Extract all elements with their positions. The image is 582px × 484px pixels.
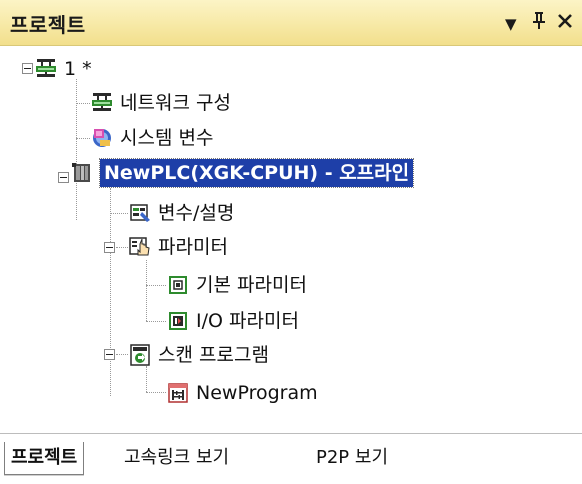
project-tree: 1 * 네트워크 구성 시스템 변수 NewPLC(XGK-CPUH) - 오프… — [0, 46, 582, 433]
tab-project[interactable]: 프로젝트 — [4, 442, 85, 475]
parameter-hand-icon — [128, 235, 152, 259]
panel-title: 프로젝트 — [10, 13, 86, 37]
project-panel: 프로젝트 ▼ 1 * 네트워크 구성 시스템 변수 NewPLC(XGK-CPU… — [0, 0, 582, 484]
tree-label: 네트워크 구성 — [120, 92, 231, 114]
ladder-program-icon — [166, 381, 190, 405]
collapse-parameters-icon[interactable] — [104, 242, 115, 253]
close-icon[interactable] — [557, 9, 573, 37]
tree-item-variables-description[interactable]: 변수/설명 — [128, 197, 234, 229]
tree-connector — [110, 213, 128, 214]
network-config-icon — [34, 57, 58, 81]
panel-tabs: 프로젝트 고속링크 보기 P2P 보기 — [0, 433, 582, 484]
network-config-icon — [90, 91, 114, 115]
tree-connector — [76, 138, 90, 139]
tree-item-plc[interactable]: NewPLC(XGK-CPUH) - 오프라인 — [70, 157, 415, 189]
tree-label: 1 * — [64, 58, 92, 80]
tree-item-basic-parameters[interactable]: 기본 파라미터 — [166, 269, 307, 301]
tree-label: NewProgram — [196, 382, 318, 404]
tree-label-selected: NewPLC(XGK-CPUH) - 오프라인 — [98, 158, 415, 188]
tree-item-network-config[interactable]: 네트워크 구성 — [90, 87, 231, 119]
tree-connector — [146, 392, 166, 393]
io-parameter-icon — [166, 309, 190, 333]
collapse-plc-icon[interactable] — [58, 172, 69, 183]
tree-label: 변수/설명 — [158, 202, 235, 224]
tree-label: 기본 파라미터 — [196, 274, 307, 296]
pin-icon[interactable] — [531, 9, 547, 37]
system-variable-icon — [90, 126, 114, 150]
panel-title-bar: 프로젝트 ▼ — [0, 0, 582, 46]
tree-item-parameters[interactable]: 파라미터 — [128, 231, 228, 263]
tree-item-scan-program[interactable]: 스캔 프로그램 — [128, 339, 269, 371]
tree-connector — [110, 188, 111, 396]
tree-connector — [146, 285, 166, 286]
tree-connector — [76, 103, 90, 104]
variable-comment-icon — [128, 201, 152, 225]
tree-label: I/O 파라미터 — [196, 310, 299, 332]
tree-connector — [146, 321, 166, 322]
tree-connector — [76, 79, 77, 220]
collapse-project-icon[interactable] — [22, 63, 33, 74]
tree-connector — [146, 260, 147, 321]
tree-item-new-program[interactable]: NewProgram — [166, 377, 318, 409]
plc-cpu-icon — [70, 161, 94, 185]
tree-label: 스캔 프로그램 — [158, 344, 269, 366]
scan-program-icon — [128, 343, 152, 367]
tree-connector — [116, 247, 128, 248]
tree-connector — [116, 354, 128, 355]
tab-p2p[interactable]: P2P 보기 — [316, 442, 388, 474]
tree-label: 파라미터 — [158, 236, 228, 258]
tree-item-project[interactable]: 1 * — [34, 53, 92, 85]
tree-label: 시스템 변수 — [120, 127, 214, 149]
collapse-scan-program-icon[interactable] — [104, 349, 115, 360]
tree-item-system-variables[interactable]: 시스템 변수 — [90, 122, 213, 154]
basic-parameter-icon — [166, 273, 190, 297]
tree-item-io-parameters[interactable]: I/O 파라미터 — [166, 305, 299, 337]
tab-high-speed-link[interactable]: 고속링크 보기 — [124, 442, 229, 474]
dropdown-icon[interactable]: ▼ — [505, 11, 517, 37]
